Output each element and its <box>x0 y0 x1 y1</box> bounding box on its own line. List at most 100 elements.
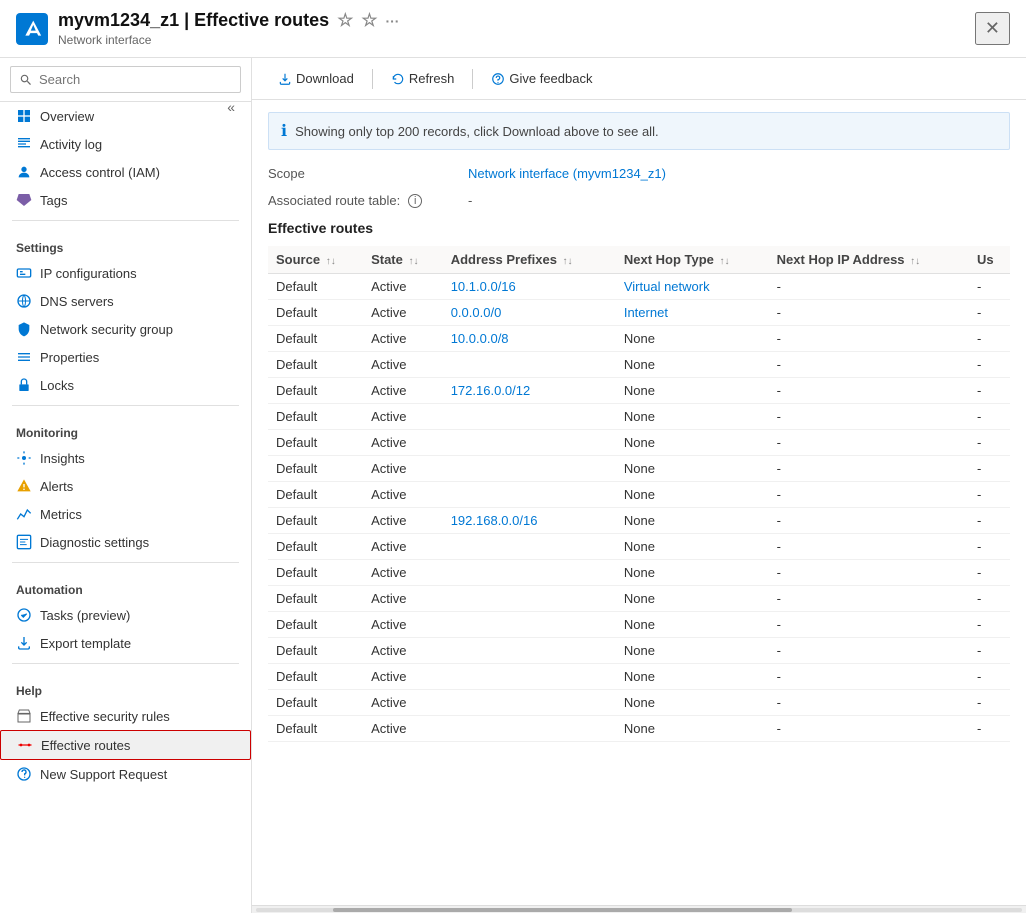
cell-hop-ip: - <box>769 586 969 612</box>
monitoring-section-label: Monitoring <box>0 412 251 444</box>
col-hop-type[interactable]: Next Hop Type ↑↓ <box>616 246 769 274</box>
info-circle-icon: i <box>408 194 422 208</box>
header-title: myvm1234_z1 | Effective routes ☆ ☆ ··· <box>58 10 975 31</box>
cell-address[interactable]: 10.1.0.0/16 <box>443 274 616 300</box>
table-row: Default Active None - - <box>268 612 1010 638</box>
cell-us: - <box>969 482 1010 508</box>
sidebar-label-diag: Diagnostic settings <box>40 535 149 550</box>
table-row: Default Active None - - <box>268 482 1010 508</box>
cell-source: Default <box>268 612 363 638</box>
refresh-button[interactable]: Refresh <box>381 66 465 91</box>
cell-hop-ip: - <box>769 430 969 456</box>
cell-address[interactable]: 172.16.0.0/12 <box>443 378 616 404</box>
sidebar-label-ip-config: IP configurations <box>40 266 137 281</box>
cell-source: Default <box>268 352 363 378</box>
cell-hop-type: None <box>616 560 769 586</box>
sidebar-item-metrics[interactable]: Metrics <box>0 500 251 528</box>
cell-state: Active <box>363 612 443 638</box>
collapse-button[interactable]: « <box>221 93 241 121</box>
col-address[interactable]: Address Prefixes ↑↓ <box>443 246 616 274</box>
cell-source: Default <box>268 300 363 326</box>
cell-address[interactable]: 0.0.0.0/0 <box>443 300 616 326</box>
cell-hop-type: None <box>616 508 769 534</box>
sidebar-item-tasks[interactable]: Tasks (preview) <box>0 601 251 629</box>
cell-address[interactable]: 192.168.0.0/16 <box>443 508 616 534</box>
cell-hop-type: None <box>616 664 769 690</box>
scope-label: Scope <box>268 166 468 181</box>
sidebar-item-eff-security[interactable]: Effective security rules <box>0 702 251 730</box>
sidebar-item-dns[interactable]: DNS servers <box>0 287 251 315</box>
cell-us: - <box>969 664 1010 690</box>
sidebar-item-overview[interactable]: Overview <box>0 102 221 130</box>
diag-icon <box>16 534 32 550</box>
cell-us: - <box>969 352 1010 378</box>
sidebar-item-locks[interactable]: Locks <box>0 371 251 399</box>
sidebar-item-support[interactable]: New Support Request <box>0 760 251 788</box>
sidebar-item-properties[interactable]: Properties <box>0 343 251 371</box>
header-subtitle: Network interface <box>58 33 975 47</box>
cell-hop-ip: - <box>769 716 969 742</box>
cell-address <box>443 716 616 742</box>
dns-icon <box>16 293 32 309</box>
download-button[interactable]: Download <box>268 66 364 91</box>
access-control-icon <box>16 164 32 180</box>
col-state[interactable]: State ↑↓ <box>363 246 443 274</box>
cell-hop-type[interactable]: Virtual network <box>616 274 769 300</box>
cell-hop-ip: - <box>769 404 969 430</box>
cell-hop-ip: - <box>769 612 969 638</box>
cell-hop-type[interactable]: Internet <box>616 300 769 326</box>
sidebar-label-properties: Properties <box>40 350 99 365</box>
horizontal-scrollbar[interactable] <box>252 905 1026 913</box>
cell-hop-ip: - <box>769 664 969 690</box>
table-row: Default Active None - - <box>268 404 1010 430</box>
cell-state: Active <box>363 716 443 742</box>
cell-address <box>443 586 616 612</box>
sidebar-item-diag[interactable]: Diagnostic settings <box>0 528 251 556</box>
sidebar-item-access-control[interactable]: Access control (IAM) <box>0 158 251 186</box>
table-row: Default Active None - - <box>268 560 1010 586</box>
refresh-icon <box>391 72 405 86</box>
sidebar-label-export: Export template <box>40 636 131 651</box>
cell-address <box>443 482 616 508</box>
activity-log-icon <box>16 136 32 152</box>
cell-us: - <box>969 560 1010 586</box>
scope-value[interactable]: Network interface (myvm1234_z1) <box>468 166 666 181</box>
search-input[interactable] <box>10 66 241 93</box>
close-button[interactable]: ✕ <box>975 12 1010 45</box>
sidebar-item-insights[interactable]: Insights <box>0 444 251 472</box>
cell-address <box>443 664 616 690</box>
azure-icon <box>16 13 48 45</box>
star-icon2[interactable]: ☆ <box>361 10 377 31</box>
sidebar-item-nsg[interactable]: Network security group <box>0 315 251 343</box>
cell-address[interactable]: 10.0.0.0/8 <box>443 326 616 352</box>
cell-hop-ip: - <box>769 456 969 482</box>
tags-icon <box>16 192 32 208</box>
cell-source: Default <box>268 508 363 534</box>
sidebar-item-alerts[interactable]: Alerts <box>0 472 251 500</box>
cell-source: Default <box>268 378 363 404</box>
col-us[interactable]: Us <box>969 246 1010 274</box>
cell-state: Active <box>363 352 443 378</box>
table-row: Default Active 10.0.0.0/8 None - - <box>268 326 1010 352</box>
col-hop-ip[interactable]: Next Hop IP Address ↑↓ <box>769 246 969 274</box>
cell-hop-type: None <box>616 378 769 404</box>
route-table-value: - <box>468 193 472 208</box>
cell-hop-ip: - <box>769 482 969 508</box>
sidebar-item-activity-log[interactable]: Activity log <box>0 130 251 158</box>
refresh-label: Refresh <box>409 71 455 86</box>
sidebar-item-export[interactable]: Export template <box>0 629 251 657</box>
star-icon1[interactable]: ☆ <box>337 10 353 31</box>
cell-hop-ip: - <box>769 534 969 560</box>
sidebar-item-ip-config[interactable]: IP configurations <box>0 259 251 287</box>
col-source[interactable]: Source ↑↓ <box>268 246 363 274</box>
table-row: Default Active None - - <box>268 638 1010 664</box>
sidebar-item-tags[interactable]: Tags <box>0 186 251 214</box>
sidebar-item-eff-routes[interactable]: Effective routes <box>0 730 251 760</box>
cell-state: Active <box>363 326 443 352</box>
cell-us: - <box>969 716 1010 742</box>
more-icon[interactable]: ··· <box>385 13 399 29</box>
feedback-button[interactable]: Give feedback <box>481 66 602 91</box>
cell-state: Active <box>363 534 443 560</box>
cell-state: Active <box>363 274 443 300</box>
sidebar-label-eff-security: Effective security rules <box>40 709 170 724</box>
